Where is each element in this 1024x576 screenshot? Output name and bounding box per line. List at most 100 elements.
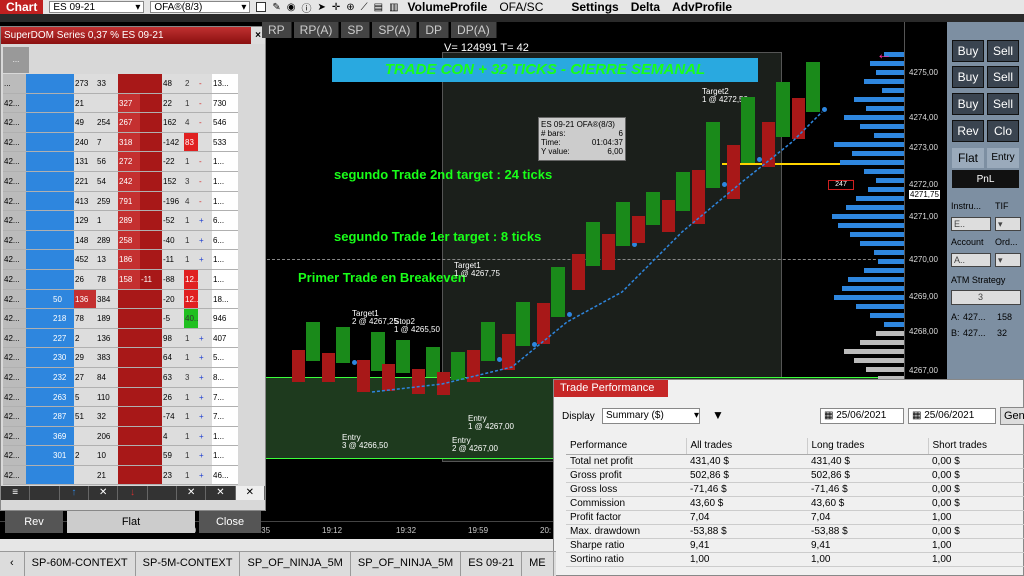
ladder-cell[interactable] xyxy=(26,407,52,426)
ladder-cell[interactable] xyxy=(26,348,52,367)
ladder-row[interactable]: 42... 369 206 4 1 +1... xyxy=(3,426,238,447)
tab-sp[interactable]: SP xyxy=(341,22,371,38)
info-icon[interactable]: ⓘ xyxy=(301,0,311,15)
ladder-cell[interactable] xyxy=(140,191,162,211)
tab-sp-5m-context[interactable]: SP-5M-CONTEXT xyxy=(136,552,241,576)
ladder-row[interactable]: 42... 129 1 289 -52 1 +6... xyxy=(3,211,238,231)
rev-button[interactable]: Rev xyxy=(5,511,63,533)
ladder-cell[interactable] xyxy=(26,289,52,309)
cancel-buy-icon[interactable]: ✕ xyxy=(88,486,119,500)
flat-button[interactable]: Flat xyxy=(67,511,195,533)
ladder-cell[interactable] xyxy=(140,289,162,309)
date-from-picker[interactable]: ▦ 25/06/2021 xyxy=(820,408,904,424)
account-select[interactable]: A.. xyxy=(951,253,991,267)
tab-es-09-21[interactable]: ES 09-21 xyxy=(461,552,523,576)
ladder-cell[interactable] xyxy=(26,426,52,446)
trade-performance-window[interactable]: Trade Performance Display Summary ($) ▾ ▼… xyxy=(553,379,1024,576)
tab-rp[interactable]: RP xyxy=(262,22,292,38)
ladder-cell[interactable] xyxy=(140,446,162,465)
pencil-icon[interactable]: ✎ xyxy=(272,2,280,13)
ladder-row[interactable]: 42... 21 23 1 +46... xyxy=(3,465,238,486)
tab-me[interactable]: ME xyxy=(522,552,554,576)
ladder-cell[interactable] xyxy=(140,465,162,485)
ladder-row[interactable]: ... 273 33 48 2-13... xyxy=(3,74,238,94)
ladder-row[interactable]: 42... 221 54 242 152 3-1... xyxy=(3,171,238,192)
ladder-row[interactable]: 42... 287 51 32 -74 1 +7... xyxy=(3,407,238,427)
ladder-row[interactable]: 42... 452 13 186 -11 1 +1... xyxy=(3,250,238,270)
entry-label[interactable]: Entry xyxy=(987,148,1019,168)
ladder-cell[interactable] xyxy=(140,367,162,387)
ladder-cell[interactable] xyxy=(140,152,162,171)
buy-button-2[interactable]: Buy xyxy=(952,66,984,88)
chart-menu-button[interactable]: Chart xyxy=(0,0,44,14)
display-select[interactable]: Summary ($) ▾ xyxy=(602,408,700,424)
instrument-select[interactable]: ES 09-21 ▾ xyxy=(49,1,145,13)
ladder-cell[interactable] xyxy=(140,113,162,132)
eye-icon[interactable]: ◉ xyxy=(287,2,296,13)
ladder-cell[interactable] xyxy=(140,348,162,367)
tab-sp-of-ninja-5m-b[interactable]: SP_OF_NINJA_5M xyxy=(351,552,462,576)
ladder-cell[interactable] xyxy=(140,250,162,269)
ladder-cell[interactable] xyxy=(140,387,162,407)
buy-arrow-icon[interactable]: ↑ xyxy=(59,486,89,500)
flat-label[interactable]: Flat xyxy=(952,148,984,168)
sell-button-2[interactable]: Sell xyxy=(987,66,1019,88)
ladder-cell[interactable] xyxy=(26,230,52,250)
close-button[interactable]: Close xyxy=(199,511,261,533)
col-performance[interactable]: Performance xyxy=(566,438,687,455)
superdom-ladder[interactable]: ... 273 33 48 2-13... 42... 21 327 22 1-730 42... 4… xyxy=(3,74,238,486)
add-tab-icon[interactable]: ‹ xyxy=(0,552,25,576)
instrument-select[interactable]: E.. xyxy=(951,217,991,231)
bars-icon[interactable]: ▥ xyxy=(389,2,398,13)
ladder-cell[interactable] xyxy=(26,191,52,211)
cancel-sell-icon[interactable]: ✕ xyxy=(176,486,207,500)
tif-select[interactable]: ▾ xyxy=(995,217,1021,231)
ladder-row[interactable]: 42... 21878189 -540... 946 xyxy=(3,309,238,329)
ladder-cell[interactable] xyxy=(140,93,162,113)
toolbar-item-settings[interactable]: Settings xyxy=(568,0,621,14)
tab-sp-a[interactable]: SP(A) xyxy=(372,22,418,38)
ladder-cell[interactable] xyxy=(26,171,52,191)
ladder-row[interactable]: 42... 232 27 84 63 3 +8... xyxy=(3,367,238,388)
tab-rp-a[interactable]: RP(A) xyxy=(293,22,340,38)
close-button[interactable]: Clo xyxy=(987,120,1019,142)
ladder-cell[interactable]: -11 xyxy=(140,269,162,289)
ladder-row[interactable]: 42... 21 327 22 1-730 xyxy=(3,93,238,114)
ladder-row[interactable]: 42... 2678158-11-8812... 1... xyxy=(3,269,238,290)
ladder-cell[interactable] xyxy=(26,387,52,407)
ladder-cell[interactable] xyxy=(26,132,52,152)
buy-button-3[interactable]: Buy xyxy=(952,93,984,115)
ladder-cell[interactable] xyxy=(140,211,162,230)
close-arrow-icon[interactable]: ← xyxy=(876,46,892,64)
toolbar-item-volumeprofile[interactable]: VolumeProfile xyxy=(405,0,491,14)
ladder-cell[interactable] xyxy=(26,328,52,348)
ladder-row[interactable]: 42... 227 2 136 98 1 +407 xyxy=(3,328,238,349)
menu-icon[interactable]: ≡ xyxy=(1,486,31,500)
ladder-row[interactable]: 42... 49 254 267 162 4-546 xyxy=(3,113,238,133)
col-all-trades[interactable]: All trades xyxy=(686,438,808,455)
ladder-row[interactable]: 42... 263 5 110 26 1 +7... xyxy=(3,387,238,408)
cursor-icon[interactable]: ➤ xyxy=(317,2,325,13)
ladder-row[interactable]: 42... 131 56 272 -22 1-1... xyxy=(3,152,238,172)
draw-icon[interactable]: ⟋ xyxy=(361,2,368,13)
ladder-cell[interactable] xyxy=(26,250,52,269)
tab-dp[interactable]: DP xyxy=(419,22,450,38)
ladder-row[interactable]: 42... 50136384 -2012... 18... xyxy=(3,289,238,310)
col-short-trades[interactable]: Short trades xyxy=(928,438,1024,455)
buy-button-1[interactable]: Buy xyxy=(952,40,984,62)
ladder-cell[interactable] xyxy=(140,171,162,191)
superdom-window[interactable]: SuperDOM Series 0,37 % ES 09-21 × ... ...… xyxy=(0,26,266,533)
ladder-cell[interactable] xyxy=(140,230,162,250)
superdom-title-bar[interactable]: SuperDOM Series 0,37 % ES 09-21 × xyxy=(1,27,265,44)
stats-icon[interactable]: ▤ xyxy=(374,2,383,13)
ladder-cell[interactable] xyxy=(26,309,52,328)
ladder-row[interactable]: 42... 230 29 383 64 1 +5... xyxy=(3,348,238,368)
ladder-cell[interactable] xyxy=(140,132,162,152)
ladder-row[interactable]: 42... 301 2 10 59 1 +1... xyxy=(3,446,238,466)
ladder-cell[interactable] xyxy=(140,426,162,446)
cancel-all-icon[interactable]: ✕ xyxy=(206,486,236,500)
ladder-cell[interactable] xyxy=(26,269,52,289)
date-to-picker[interactable]: ▦ 25/06/2021 xyxy=(908,408,996,424)
ladder-cell[interactable] xyxy=(140,328,162,348)
sell-button-3[interactable]: Sell xyxy=(987,93,1019,115)
